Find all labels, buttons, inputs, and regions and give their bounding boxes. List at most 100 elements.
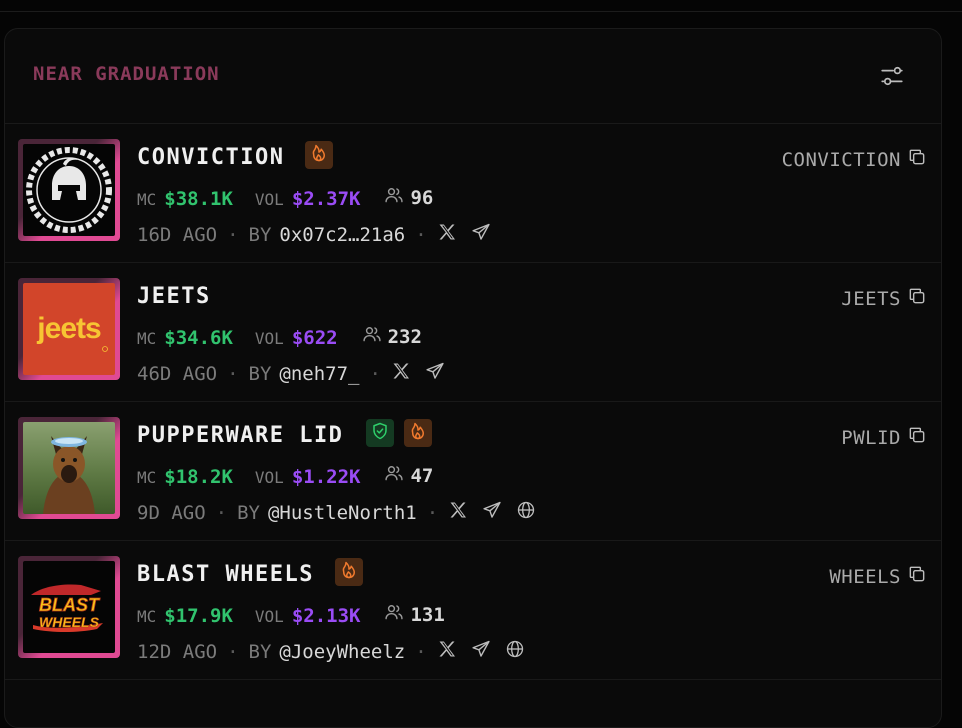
social-links — [448, 500, 536, 525]
shield-icon — [371, 422, 389, 444]
ticker-text: WHEELS — [829, 565, 901, 588]
holders-count: 131 — [384, 602, 445, 627]
vol-label: VOL — [254, 329, 284, 348]
sliders-icon — [881, 66, 903, 86]
x-icon[interactable] — [448, 500, 468, 525]
verified-badge — [365, 419, 394, 447]
creator-link[interactable]: @JoeyWheelz — [279, 641, 405, 663]
telegram-icon[interactable] — [471, 639, 491, 664]
separator-dot: · — [426, 501, 439, 524]
token-row[interactable]: BLAST WHEELS BLAST WHEELS WHEELS MC $17.9K VOL… — [5, 541, 941, 680]
logo-line-2: WHEELS — [39, 614, 100, 630]
copy-icon[interactable] — [907, 147, 927, 172]
x-icon[interactable] — [391, 361, 411, 386]
token-image-frame[interactable]: BLAST WHEELS — [18, 556, 120, 658]
market-cap-value: $18.2K — [164, 466, 233, 488]
token-image-frame[interactable]: jeets — [18, 278, 120, 380]
holders-count: 47 — [384, 463, 433, 488]
token-name[interactable]: JEETS — [137, 284, 211, 309]
x-icon[interactable] — [437, 222, 457, 247]
token-badges — [335, 558, 364, 586]
panel-title: NEAR GRADUATION — [33, 63, 220, 85]
holders-value: 47 — [410, 464, 434, 487]
holders-value: 232 — [387, 325, 422, 348]
market-cap-value: $17.9K — [164, 605, 233, 627]
token-name[interactable]: CONVICTION — [137, 145, 284, 170]
users-icon — [384, 602, 404, 627]
trending-badge — [305, 141, 333, 169]
token-stats: MC $34.6K VOL $622 232 — [137, 324, 422, 350]
token-image: BLAST WHEELS — [23, 561, 115, 653]
by-label: BY — [248, 223, 272, 246]
x-icon[interactable] — [437, 639, 457, 664]
near-graduation-panel: NEAR GRADUATION CONVICTION CONVICTION MC $3… — [4, 28, 942, 728]
token-image: jeets — [23, 283, 115, 375]
telegram-icon[interactable] — [471, 222, 491, 247]
token-ticker[interactable]: CONVICTION — [782, 147, 927, 172]
jeets-logo-text: jeets — [36, 312, 101, 345]
logo-line-1: BLAST — [39, 595, 101, 615]
telegram-icon[interactable] — [482, 500, 502, 525]
creator-link[interactable]: @neh77_ — [279, 363, 359, 385]
social-links — [437, 639, 525, 664]
token-ticker[interactable]: PWLID — [841, 425, 927, 450]
holders-value: 131 — [410, 603, 445, 626]
token-age: 16D AGO — [137, 223, 218, 246]
token-image-frame[interactable] — [18, 417, 120, 519]
trending-badge — [335, 558, 364, 586]
panel-header: NEAR GRADUATION — [5, 29, 941, 124]
fire-icon — [409, 422, 427, 444]
top-divider — [0, 11, 962, 12]
token-name[interactable]: BLAST WHEELS — [137, 562, 314, 587]
mc-label: MC — [137, 607, 157, 626]
token-ticker[interactable]: JEETS — [841, 286, 927, 311]
globe-icon[interactable] — [516, 500, 536, 525]
social-links — [391, 361, 445, 386]
token-image-frame[interactable] — [18, 139, 120, 241]
token-stats: MC $18.2K VOL $1.22K 47 — [137, 463, 433, 489]
token-age: 9D AGO — [137, 501, 206, 524]
copy-icon[interactable] — [907, 425, 927, 450]
copy-icon[interactable] — [907, 564, 927, 589]
separator-dot: · — [227, 223, 239, 246]
token-badges — [365, 419, 432, 447]
vol-label: VOL — [254, 607, 284, 626]
token-stats: MC $17.9K VOL $2.13K 131 — [137, 602, 445, 628]
ticker-text: JEETS — [841, 287, 901, 310]
volume-value: $2.13K — [291, 605, 361, 627]
token-ticker[interactable]: WHEELS — [829, 564, 927, 589]
market-cap-value: $38.1K — [164, 188, 233, 210]
creator-link[interactable]: 0x07c2…21a6 — [279, 224, 405, 246]
globe-icon[interactable] — [505, 639, 525, 664]
token-age: 46D AGO — [137, 362, 218, 385]
volume-value: $622 — [291, 327, 338, 349]
social-links — [437, 222, 491, 247]
token-row[interactable]: PUPPERWARE LID PWLID MC $18.2K VOL $1.22K 47 9D… — [5, 402, 941, 541]
fire-icon — [310, 144, 328, 166]
vol-label: VOL — [254, 468, 284, 487]
token-image — [23, 422, 115, 514]
mc-label: MC — [137, 190, 157, 209]
holders-count: 232 — [362, 324, 422, 349]
telegram-icon[interactable] — [425, 361, 445, 386]
separator-dot: · — [227, 362, 239, 385]
filter-settings-button[interactable] — [879, 63, 905, 89]
token-row[interactable]: jeets JEETS JEETS MC $34.6K VOL $622 232 46D AGO… — [5, 263, 941, 402]
by-label: BY — [237, 501, 260, 524]
separator-dot: · — [415, 640, 427, 663]
token-name[interactable]: PUPPERWARE LID — [137, 423, 343, 448]
creator-link[interactable]: @HustleNorth1 — [268, 502, 417, 524]
copy-icon[interactable] — [907, 286, 927, 311]
users-icon — [384, 463, 404, 488]
token-age: 12D AGO — [137, 640, 218, 663]
by-label: BY — [248, 640, 272, 663]
separator-dot: · — [215, 501, 228, 524]
token-meta: 12D AGO · BY @JoeyWheelz · — [137, 639, 525, 664]
vol-label: VOL — [254, 190, 284, 209]
market-cap-value: $34.6K — [164, 327, 233, 349]
users-icon — [384, 185, 404, 210]
token-row[interactable]: CONVICTION CONVICTION MC $38.1K VOL $2.37K 96 1… — [5, 124, 941, 263]
holders-count: 96 — [384, 185, 433, 210]
ticker-text: PWLID — [841, 426, 901, 449]
ticker-text: CONVICTION — [781, 148, 901, 171]
